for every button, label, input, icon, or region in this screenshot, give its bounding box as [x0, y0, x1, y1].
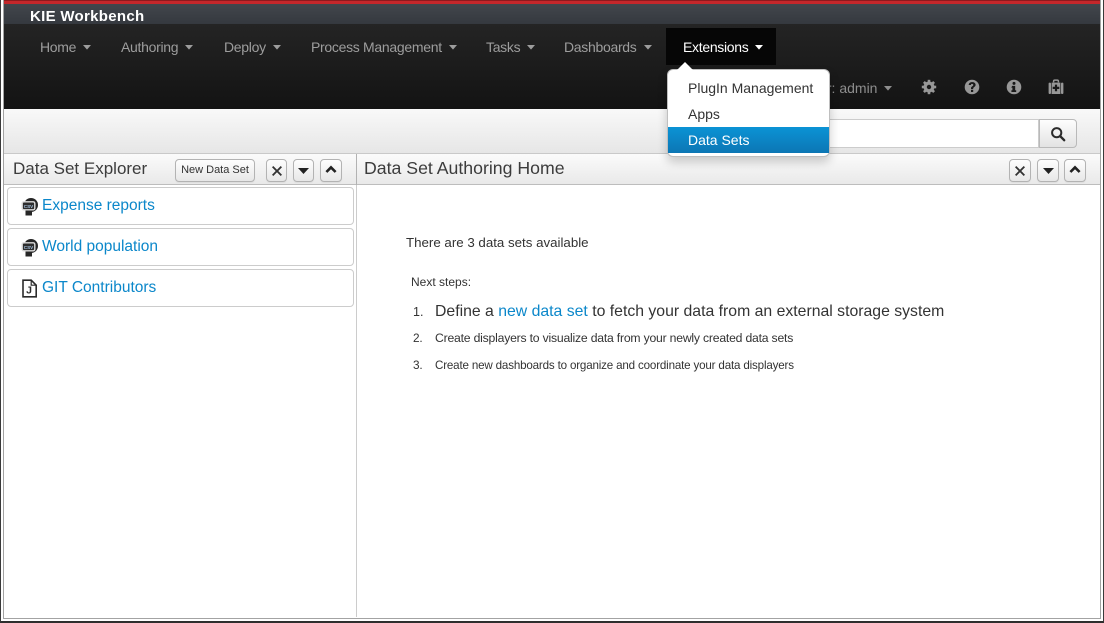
svg-text:J: J [26, 284, 32, 296]
svg-text:CSV: CSV [24, 245, 34, 250]
svg-text:CSV: CSV [24, 204, 34, 209]
